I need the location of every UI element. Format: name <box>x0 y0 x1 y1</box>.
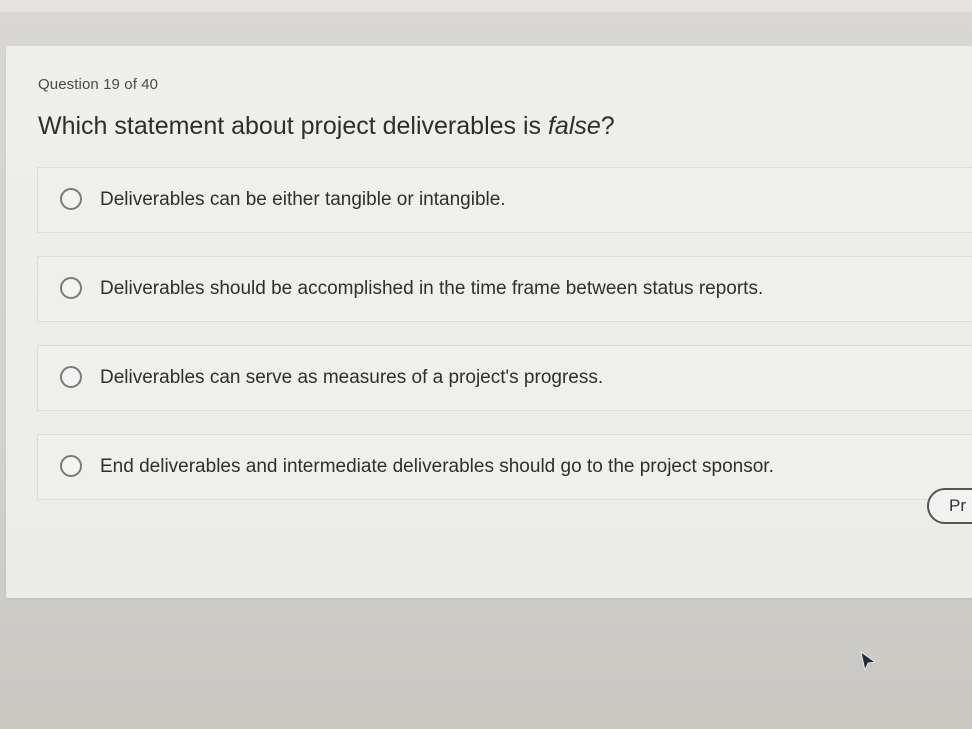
question-counter: Question 19 of 40 <box>38 76 159 93</box>
question-text-start: Which statement about project deliverabl… <box>38 112 548 140</box>
answer-option-1[interactable]: Deliverables can be either tangible or i… <box>37 167 972 233</box>
radio-circle-icon[interactable] <box>60 366 82 388</box>
question-text: Which statement about project deliverabl… <box>38 112 615 141</box>
answer-option-2[interactable]: Deliverables should be accomplished in t… <box>37 256 972 322</box>
mouse-pointer-icon <box>860 651 877 672</box>
screen-top-edge <box>0 0 972 12</box>
answer-option-label: Deliverables should be accomplished in t… <box>100 278 764 299</box>
answer-option-3[interactable]: Deliverables can serve as measures of a … <box>37 345 972 411</box>
answer-option-label: Deliverables can be either tangible or i… <box>100 189 506 210</box>
radio-circle-icon[interactable] <box>60 188 82 210</box>
radio-circle-icon[interactable] <box>60 277 82 299</box>
question-text-emphasis: false <box>547 112 601 140</box>
answer-option-4[interactable]: End deliverables and intermediate delive… <box>37 434 972 500</box>
radio-circle-icon[interactable] <box>60 455 82 477</box>
answer-option-label: Deliverables can serve as measures of a … <box>100 367 604 388</box>
question-card: Question 19 of 40 Which statement about … <box>6 46 972 598</box>
question-text-end: ? <box>600 112 615 140</box>
answer-option-label: End deliverables and intermediate delive… <box>100 456 774 477</box>
next-button[interactable]: Pr <box>927 488 972 524</box>
